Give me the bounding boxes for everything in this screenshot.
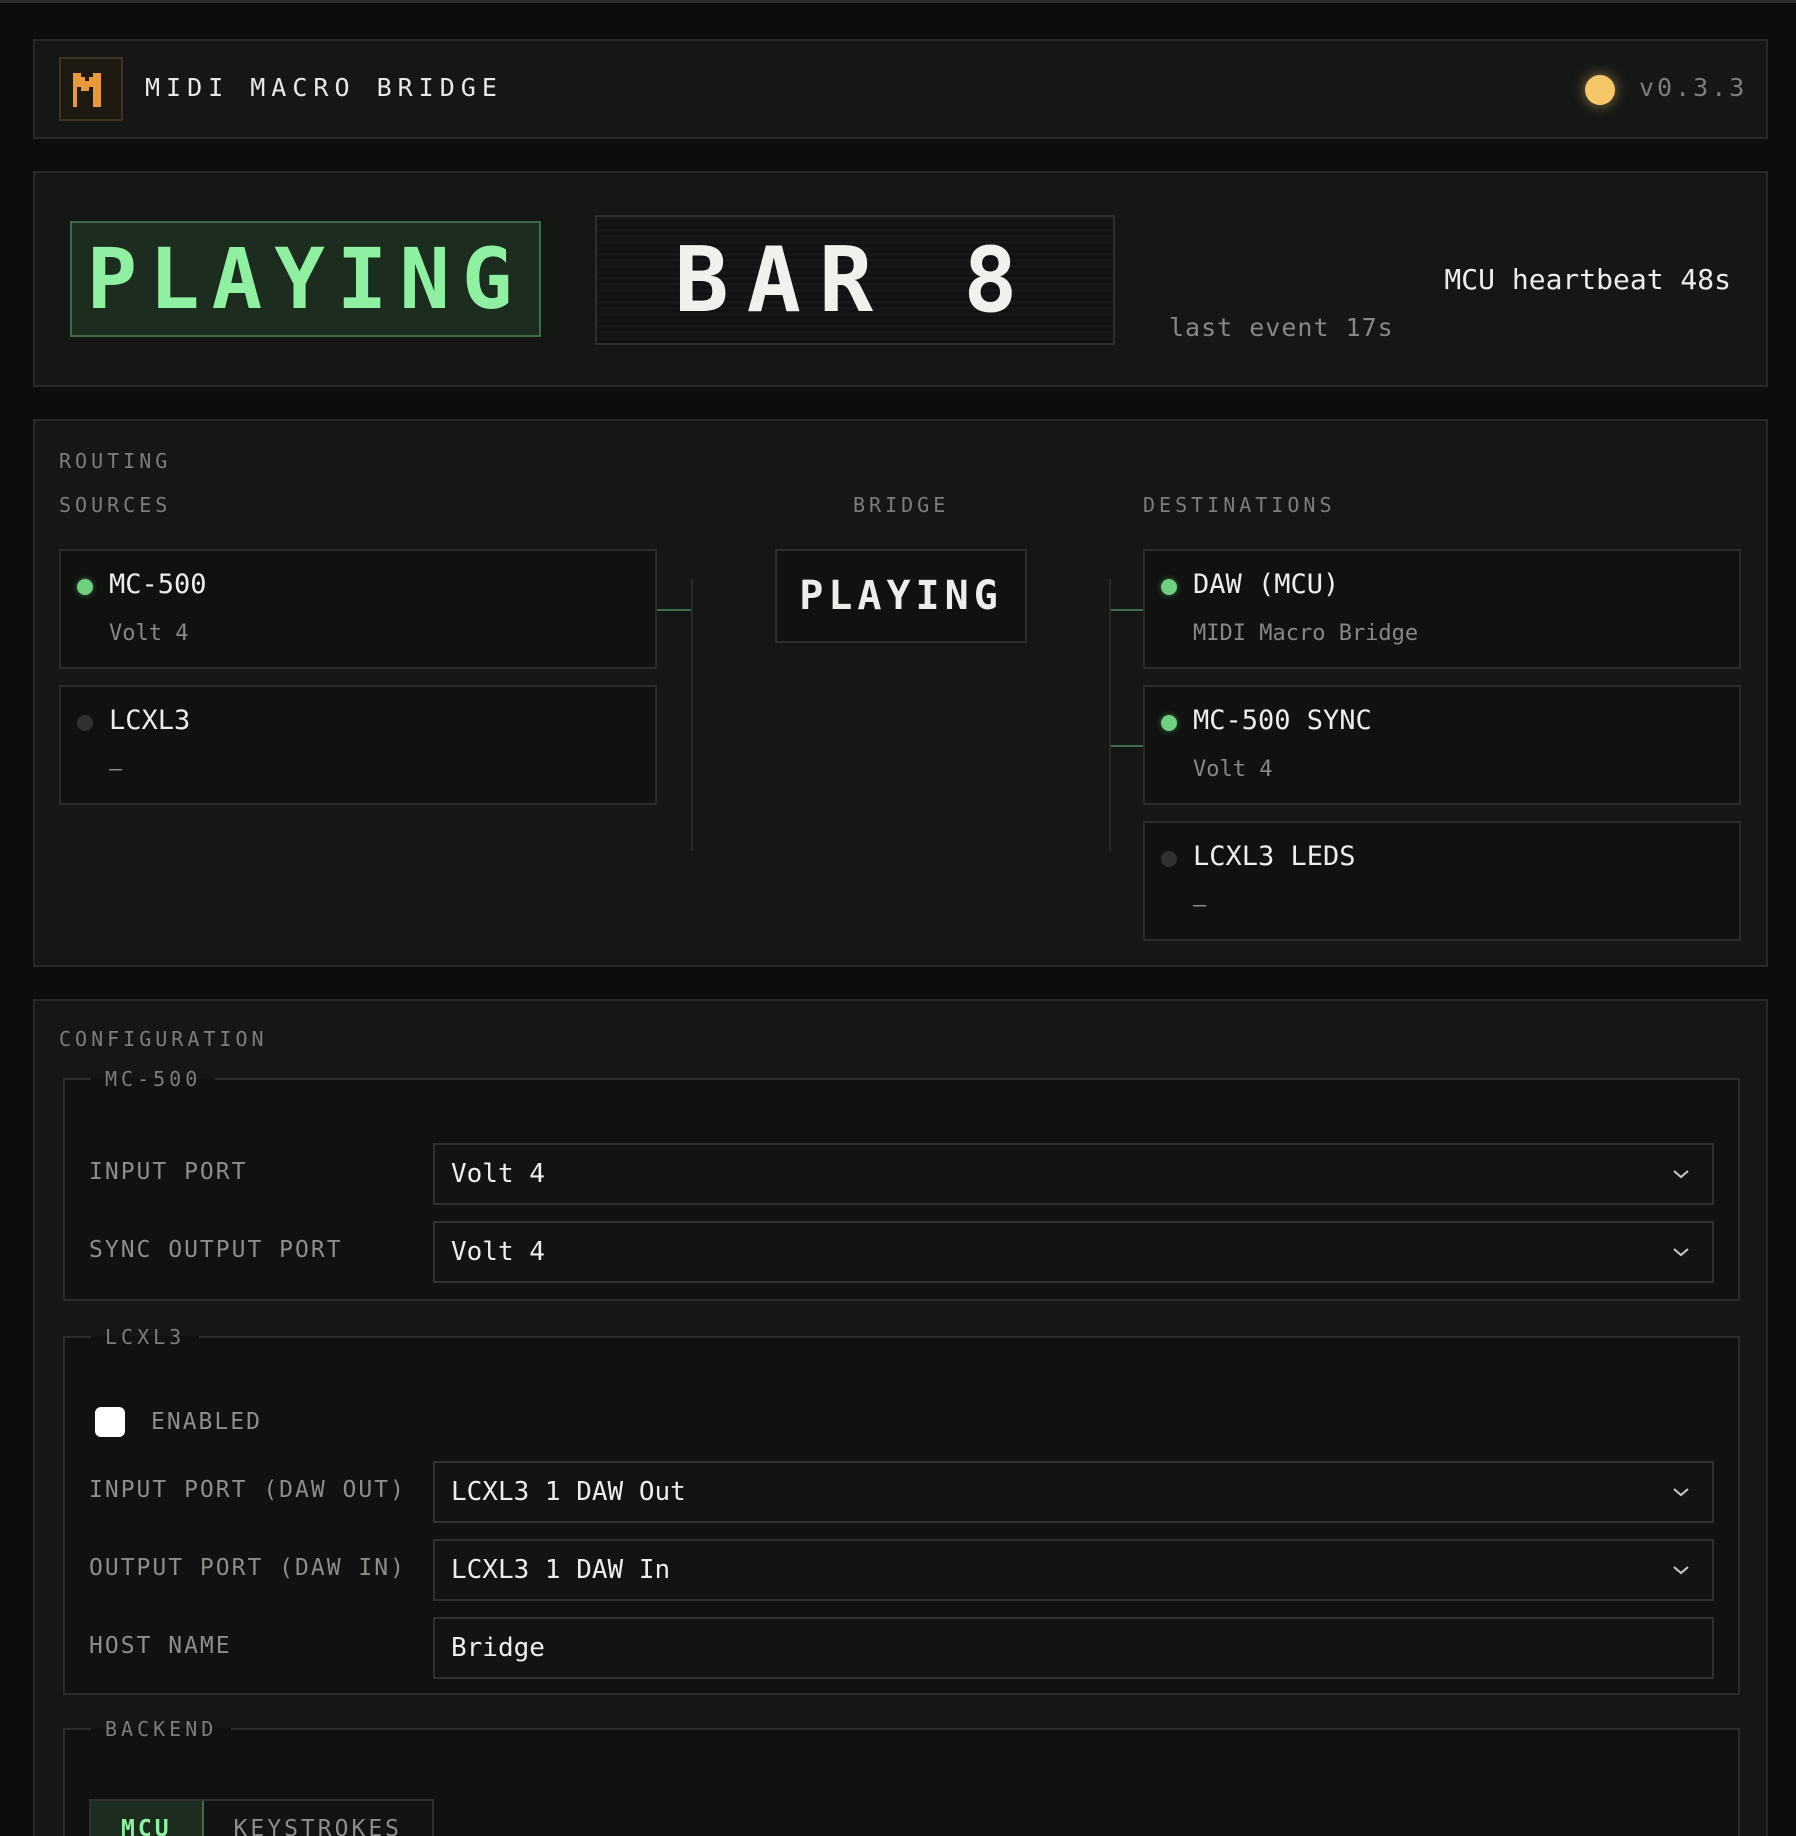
select-value: Volt 4 (451, 1159, 545, 1189)
app-title: MIDI MACRO BRIDGE (145, 73, 503, 102)
backend-tabs: MCU KEYSTROKES (89, 1799, 435, 1836)
connector-active (657, 609, 691, 611)
app-version: v0.3.3 (1639, 73, 1748, 102)
source-name: LCXL3 (109, 705, 191, 736)
mcu-heartbeat: MCU heartbeat 48s (1444, 263, 1731, 296)
svg-text:M: M (91, 96, 92, 98)
configuration-title: CONFIGURATION (59, 1027, 268, 1051)
lcxl3-legend: LCXL3 (105, 1325, 186, 1349)
select-value: LCXL3 1 DAW Out (451, 1477, 686, 1507)
source-port: – (109, 757, 123, 782)
destination-bus-line (1109, 579, 1111, 851)
mc500-input-port-select[interactable]: Volt 4 (433, 1143, 1714, 1205)
routing-panel: ROUTING SOURCES BRIDGE DESTINATIONS MC-5… (33, 419, 1768, 967)
daw-out-input-label: INPUT PORT (DAW OUT) (89, 1477, 406, 1503)
last-event: last event 17s (1169, 313, 1394, 342)
app-header: M MIDI MACRO BRIDGE v0.3.3 (33, 39, 1768, 139)
enabled-label: ENABLED (151, 1409, 262, 1435)
routing-title: ROUTING (59, 449, 172, 473)
inactive-dot-icon (77, 715, 93, 731)
destinations-label: DESTINATIONS (1143, 493, 1336, 517)
host-name-input[interactable]: Bridge (433, 1617, 1714, 1679)
app-window: M MIDI MACRO BRIDGE v0.3.3 PLAYING BAR 8… (0, 0, 1796, 1836)
input-value: Bridge (451, 1633, 545, 1663)
chevron-down-icon (1666, 1237, 1696, 1267)
destination-node-daw[interactable]: DAW (MCU) MIDI Macro Bridge (1143, 549, 1741, 669)
logo-m-icon: M (73, 73, 101, 107)
daw-in-output-label: OUTPUT PORT (DAW IN) (89, 1555, 406, 1581)
lcxl3-output-port-select[interactable]: LCXL3 1 DAW In (433, 1539, 1714, 1601)
transport-status-panel: PLAYING BAR 8 MCU heartbeat 48s last eve… (33, 171, 1768, 387)
inactive-dot-icon (1161, 851, 1177, 867)
destination-node-mc500-sync[interactable]: MC-500 SYNC Volt 4 (1143, 685, 1741, 805)
transport-state-display: PLAYING (70, 221, 541, 337)
host-name-label: HOST NAME (89, 1633, 232, 1659)
mc500-sync-output-select[interactable]: Volt 4 (433, 1221, 1714, 1283)
destination-node-lcxl3-leds[interactable]: LCXL3 LEDS – (1143, 821, 1741, 941)
bridge-state-display: PLAYING (775, 549, 1027, 643)
destination-port: – (1193, 893, 1207, 918)
status-dot-icon (1585, 75, 1615, 105)
sources-label: SOURCES (59, 493, 172, 517)
source-node-lcxl3[interactable]: LCXL3 – (59, 685, 657, 805)
lcxl3-input-port-select[interactable]: LCXL3 1 DAW Out (433, 1461, 1714, 1523)
chevron-down-icon (1666, 1159, 1696, 1189)
mc500-config-group: MC-500 INPUT PORT Volt 4 SYNC OUTPUT POR… (63, 1067, 1740, 1301)
active-dot-icon (77, 579, 93, 595)
destination-name: DAW (MCU) (1193, 569, 1340, 600)
app-logo: M (59, 57, 123, 121)
tab-mcu[interactable]: MCU (91, 1801, 204, 1836)
connector-active (1111, 609, 1143, 611)
select-value: LCXL3 1 DAW In (451, 1555, 671, 1585)
input-port-label: INPUT PORT (89, 1159, 248, 1185)
source-name: MC-500 (109, 569, 207, 600)
bridge-label: BRIDGE (853, 493, 950, 517)
configuration-panel: CONFIGURATION MC-500 INPUT PORT Volt 4 S… (33, 999, 1768, 1836)
source-bus-line (691, 579, 693, 851)
mc500-legend: MC-500 (105, 1067, 202, 1091)
source-node-mc500[interactable]: MC-500 Volt 4 (59, 549, 657, 669)
enabled-checkbox[interactable] (95, 1407, 125, 1437)
active-dot-icon (1161, 579, 1177, 595)
backend-config-group: BACKEND MCU KEYSTROKES (63, 1717, 1740, 1836)
sync-output-port-label: SYNC OUTPUT PORT (89, 1237, 343, 1263)
lcxl3-config-group: LCXL3 ENABLED INPUT PORT (DAW OUT) LCXL3… (63, 1325, 1740, 1695)
backend-legend: BACKEND (105, 1717, 218, 1741)
chevron-down-icon (1666, 1477, 1696, 1507)
tab-keystrokes[interactable]: KEYSTROKES (203, 1801, 433, 1836)
source-port: Volt 4 (109, 621, 189, 646)
destination-port: Volt 4 (1193, 757, 1273, 782)
active-dot-icon (1161, 715, 1177, 731)
destination-port: MIDI Macro Bridge (1193, 621, 1419, 646)
connector-active (1111, 745, 1143, 747)
destination-name: LCXL3 LEDS (1193, 841, 1356, 872)
destination-name: MC-500 SYNC (1193, 705, 1372, 736)
chevron-down-icon (1666, 1555, 1696, 1585)
select-value: Volt 4 (451, 1237, 545, 1267)
bar-counter-display: BAR 8 (595, 215, 1115, 345)
